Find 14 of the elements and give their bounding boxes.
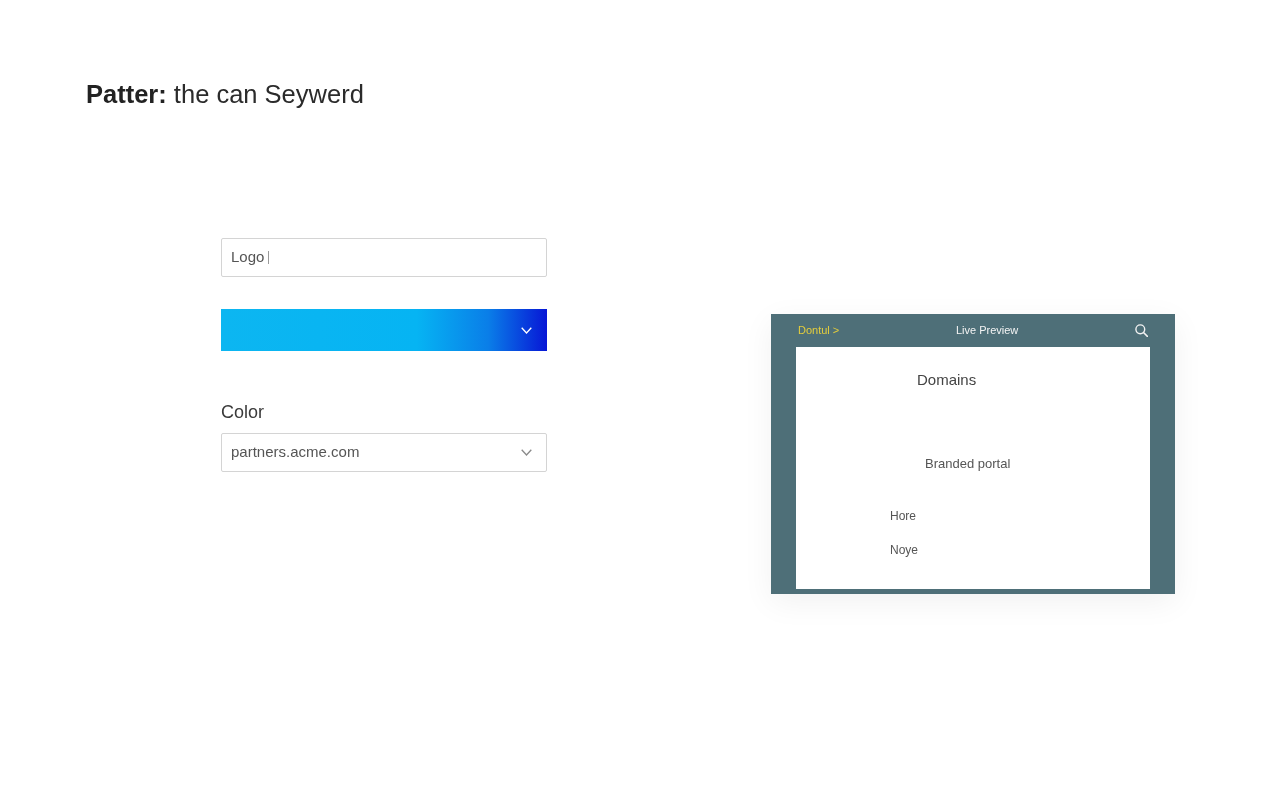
preview-title: Live Preview xyxy=(955,323,1019,339)
breadcrumb-link[interactable]: Dontul > xyxy=(798,322,840,339)
select-dropdown[interactable]: partners.acme.com xyxy=(221,433,547,472)
preview-menu-item[interactable]: Hore xyxy=(890,509,916,523)
preview-menu-item[interactable]: Noye xyxy=(890,543,918,557)
gradient-dropdown[interactable] xyxy=(221,309,547,351)
preview-subheading: Branded portal xyxy=(925,456,1011,472)
chevron-down-icon xyxy=(521,449,532,456)
field-label: Color xyxy=(221,401,264,423)
page-title: Patter: the can Seywerd xyxy=(86,79,364,110)
chevron-down-icon xyxy=(521,326,532,334)
search-icon[interactable] xyxy=(1135,324,1148,337)
preview-heading: Domains xyxy=(917,371,977,389)
text-input[interactable]: Logo xyxy=(221,238,547,277)
